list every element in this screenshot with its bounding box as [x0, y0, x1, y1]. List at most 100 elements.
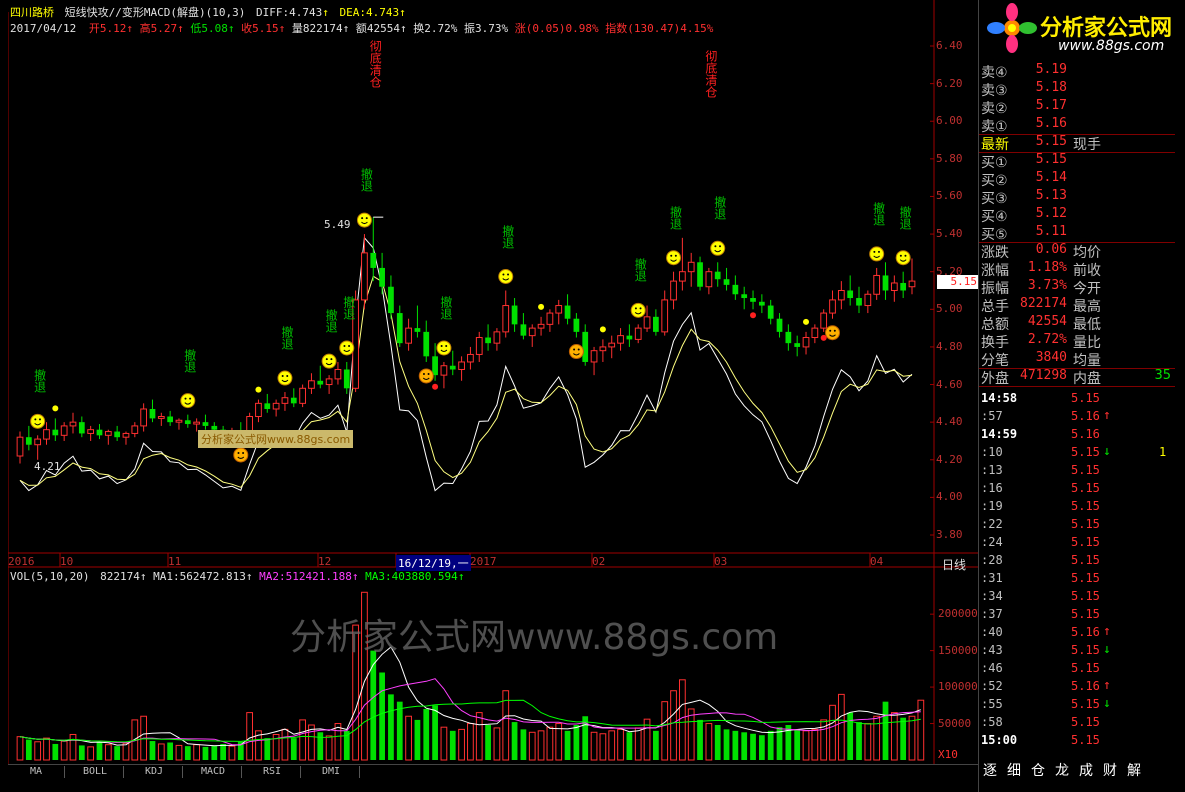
tick-row[interactable]: 14:59 5.16	[979, 426, 1175, 444]
tick-time: :43	[981, 643, 1003, 657]
smiley-low-icon	[825, 325, 841, 341]
tick-row[interactable]: :22 5.15	[979, 516, 1175, 534]
right-tab[interactable]: 成	[1076, 760, 1096, 780]
volume-bar	[626, 732, 633, 760]
volume-bar	[511, 722, 518, 760]
price-tick-label: 4.60	[936, 377, 963, 391]
tick-price: 5.15	[1071, 661, 1100, 675]
tick-row[interactable]: :58 5.15	[979, 714, 1175, 732]
indicator-tab-macd[interactable]: MACD	[185, 766, 242, 778]
period-label[interactable]: 日线	[942, 556, 966, 573]
candle-body	[670, 280, 677, 301]
indicator-tab-rsi[interactable]: RSI	[244, 766, 301, 778]
volume-bar	[379, 672, 385, 760]
tick-row[interactable]: :28 5.15	[979, 552, 1175, 570]
tick-row[interactable]: :19 5.15	[979, 498, 1175, 516]
tick-row[interactable]: :40 5.16 ↑	[979, 624, 1175, 642]
quote-value-secondary: 35	[1154, 368, 1171, 383]
change-label: 涨	[514, 22, 526, 35]
smiley-eye	[348, 344, 351, 347]
tick-price: 5.15	[1071, 499, 1100, 513]
logo: 分析家公式网 www.88gs.com	[980, 0, 1185, 58]
quote-row: 涨跌 0.06 均价	[979, 242, 1175, 261]
volume-tick-label: 50000	[938, 716, 972, 730]
up-arrow-icon: ↑	[399, 6, 406, 19]
smiley-eye	[242, 451, 245, 454]
volume-bar	[299, 719, 306, 761]
max-price-label: 5.49	[324, 218, 351, 231]
indicator-tab-kdj[interactable]: KDJ	[126, 766, 183, 778]
low-label: 低	[190, 22, 202, 35]
change-value: (0.05)0.98%	[525, 22, 599, 35]
right-tab[interactable]: 财	[1100, 760, 1120, 780]
diff-line	[19, 236, 913, 492]
up-arrow-icon: ↑	[227, 22, 235, 35]
tick-row[interactable]: 15:00 5.15	[979, 732, 1175, 750]
up-arrow-icon: ↑	[177, 22, 184, 35]
indicator-tabs: MA BOLL KDJ MACD RSI DMI	[8, 764, 978, 779]
tick-row[interactable]: :34 5.15	[979, 588, 1175, 606]
volume-bar	[908, 715, 916, 761]
tick-row[interactable]: :10 5.15 ↓ 1	[979, 444, 1175, 462]
volume-bar	[617, 728, 624, 761]
right-tab[interactable]: 龙	[1052, 760, 1072, 780]
smiley-eye	[445, 344, 448, 347]
tick-row[interactable]: 14:58 5.15	[979, 390, 1175, 408]
candle-body	[69, 421, 77, 427]
candle-body	[334, 368, 342, 380]
tick-volume: 1	[1159, 445, 1167, 459]
tick-row[interactable]: :16 5.15	[979, 480, 1175, 498]
indicator-tab-boll[interactable]: BOLL	[67, 766, 124, 778]
tick-price: 5.15	[1071, 481, 1100, 495]
right-tab[interactable]: 逐	[980, 760, 1000, 780]
tick-price: 5.15	[1071, 697, 1100, 711]
tick-time: :52	[981, 679, 1003, 693]
indicator-tab-dmi[interactable]: DMI	[303, 766, 360, 778]
tick-price: 5.16	[1071, 427, 1100, 441]
volume-bar	[485, 725, 491, 760]
chart-area[interactable]: 四川路桥 短线快攻//变形MACD(解盘)(10,3) DIFF:4.743↑ …	[8, 0, 979, 792]
volume-bar	[705, 723, 713, 761]
volume-bar	[388, 694, 394, 760]
indicator-tab-ma[interactable]: MA	[8, 766, 65, 778]
ma2-value: 512421.188	[285, 570, 352, 583]
tick-row[interactable]: :31 5.15	[979, 570, 1175, 588]
smiley-eye	[507, 273, 510, 276]
up-arrow-icon: ↑	[399, 22, 407, 35]
right-tab[interactable]: 解	[1124, 760, 1144, 780]
quote-row: 卖④ 5.19	[979, 62, 1175, 81]
quote-label-secondary: 均价	[1073, 245, 1101, 261]
tick-row[interactable]: :24 5.15	[979, 534, 1175, 552]
close-value: 5.15	[252, 22, 279, 35]
quote-label: 振幅	[981, 281, 1009, 297]
smiley-eye	[502, 273, 505, 276]
right-tab[interactable]: 仓	[1028, 760, 1048, 780]
time-axis-label: 10	[60, 555, 74, 568]
price-tick-label: 6.00	[936, 114, 963, 128]
volume-bar	[149, 741, 156, 760]
candle-body	[767, 305, 774, 319]
retreat-signal-label: 撤退	[438, 295, 453, 320]
price-tick-label: 5.80	[936, 151, 963, 165]
tick-row[interactable]: :57 5.16 ↑	[979, 408, 1175, 426]
candle-body	[653, 316, 659, 332]
quote-label: 卖④	[981, 65, 1008, 81]
smiley-eye	[325, 358, 328, 361]
tick-row[interactable]: :46 5.15	[979, 660, 1175, 678]
tick-row[interactable]: :37 5.15	[979, 606, 1175, 624]
tick-row[interactable]: :43 5.15 ↓	[979, 642, 1175, 660]
tick-time: 14:59	[981, 427, 1018, 441]
right-tab[interactable]: 细	[1004, 760, 1024, 780]
clearout-signal-label: 彻底清仓	[703, 50, 718, 98]
tick-row[interactable]: :52 5.16 ↑	[979, 678, 1175, 696]
kline-svg[interactable]	[8, 0, 978, 792]
indicator-header: 四川路桥 短线快攻//变形MACD(解盘)(10,3) DIFF:4.743↑ …	[10, 4, 406, 20]
tick-row[interactable]: :13 5.15	[979, 462, 1175, 480]
up-arrow-icon: ↑	[322, 6, 329, 19]
volume-bar	[811, 728, 819, 761]
tick-row[interactable]: :55 5.15 ↓	[979, 696, 1175, 714]
volume-bar	[211, 745, 218, 760]
volume-bar	[873, 715, 881, 761]
quote-row: 买② 5.14	[979, 170, 1175, 189]
smiley-eye	[833, 329, 836, 332]
